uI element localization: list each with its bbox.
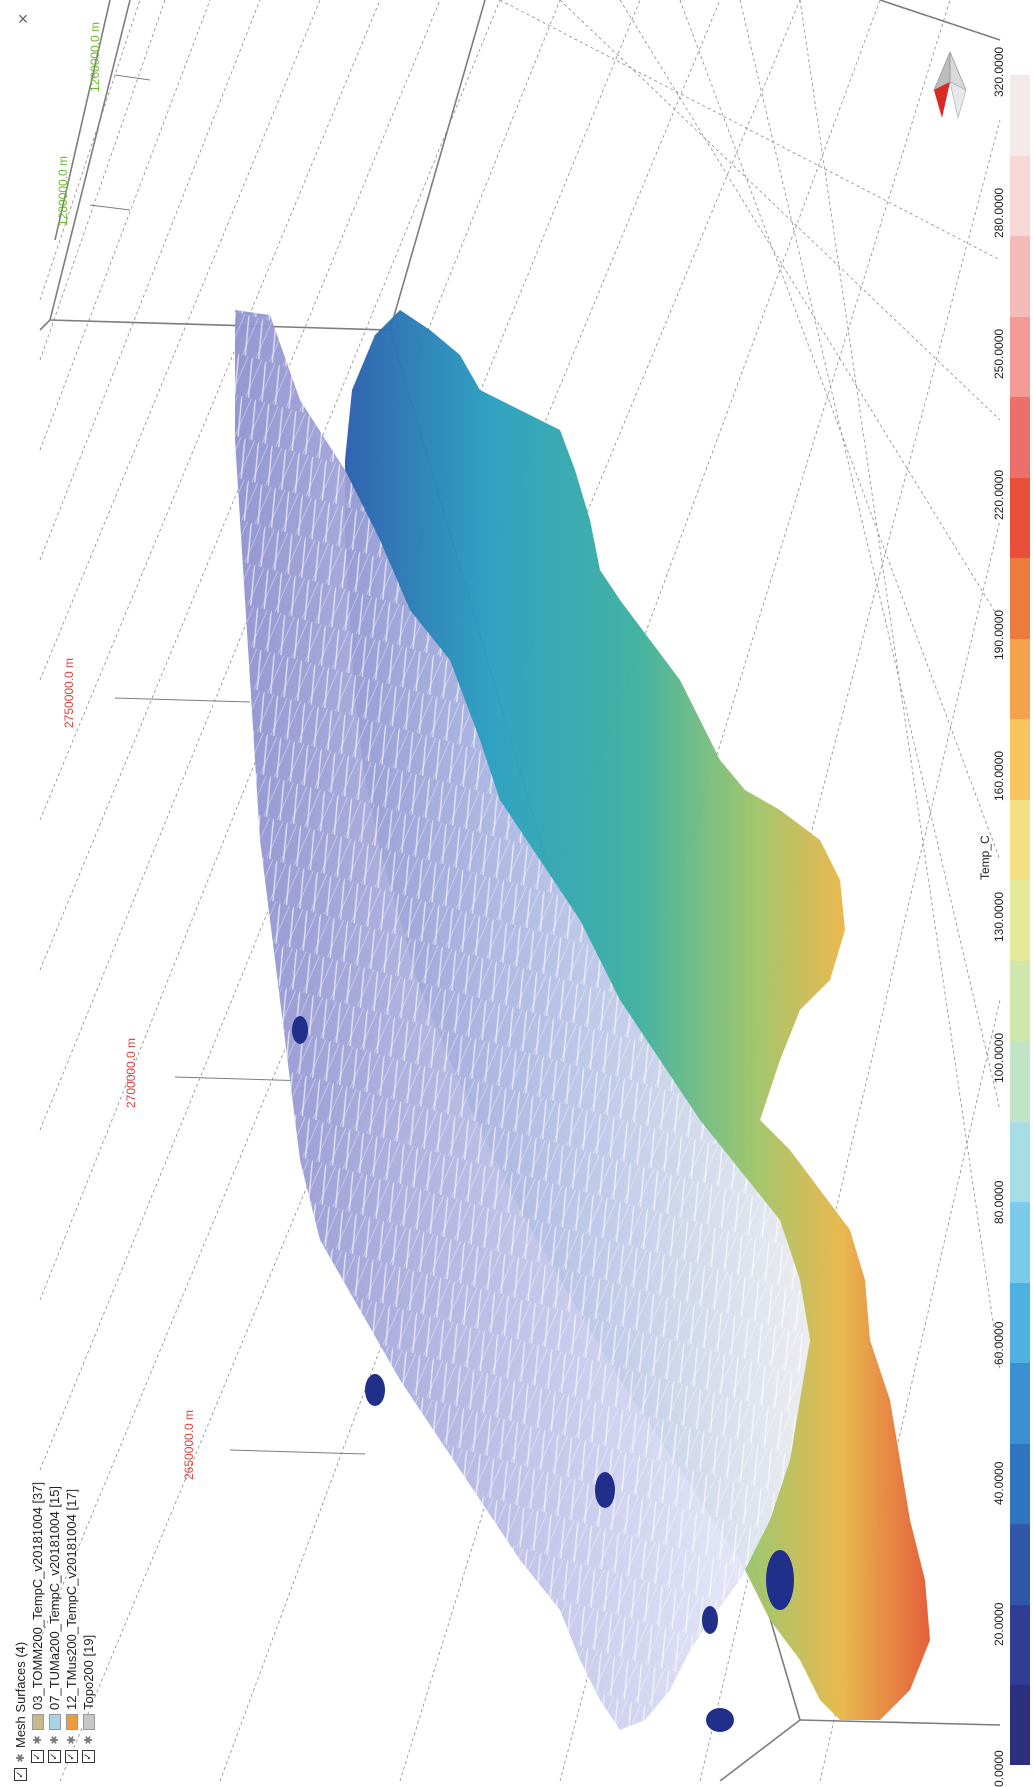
close-icon: × (17, 9, 29, 29)
visibility-icon[interactable]: ✱ (83, 1734, 95, 1746)
legend-item[interactable]: ✓ ✱ 07_TUMa200_TempC_v20181004 [15] (46, 1482, 63, 1763)
legend-item-label: 07_TUMa200_TempC_v20181004 [15] (47, 1485, 62, 1710)
legend-item[interactable]: ✓ ✱ 03_TOMM200_TempC_v20181004 [37] (29, 1482, 46, 1763)
colorbar-segment (1010, 316, 1030, 398)
colorbar-segment (1010, 1684, 1030, 1766)
colorbar-segment (1010, 1040, 1030, 1122)
legend-item-label: Topo200 [19] (81, 1634, 96, 1710)
colorbar-segment (1010, 557, 1030, 639)
3d-viewport[interactable]: 2650000.0 m 2700000.0 m 2750000.0 m 1280… (0, 0, 1033, 1782)
colorbar-segment (1010, 879, 1030, 961)
legend-panel: ✓ ✱ Mesh Surfaces (4) ✓ ✱ 03_TOMM200_Tem… (12, 1482, 97, 1781)
legend-swatch (48, 1714, 61, 1730)
legend-item-checkbox[interactable]: ✓ (48, 1750, 61, 1763)
colorbar-tick-label: 100.0000 (992, 1032, 1006, 1083)
axis-label-x2: 1260000.0 m (88, 21, 102, 92)
colorbar-segment (1010, 1443, 1030, 1525)
legend-item-label: 12_TMus200_TempC_v20181004 [17] (64, 1488, 79, 1710)
colorbar-segment (1010, 960, 1030, 1042)
legend-item-checkbox[interactable]: ✓ (65, 1750, 78, 1763)
colorbar-segment (1010, 1121, 1030, 1203)
visibility-icon[interactable]: ✱ (49, 1734, 61, 1746)
colorbar-segment (1010, 235, 1030, 317)
legend-item[interactable]: ✓ ✱ 12_TMus200_TempC_v20181004 [17] (63, 1482, 80, 1763)
colorbar-segment (1010, 477, 1030, 559)
axis-label-y3: 2750000.0 m (62, 657, 76, 728)
colorbar-segment (1010, 1523, 1030, 1605)
legend-swatch (65, 1714, 78, 1730)
colorbar-segment (1010, 1362, 1030, 1444)
colorbar-tick-label: 160.0000 (992, 751, 1006, 802)
legend-swatch (31, 1714, 44, 1730)
colorbar-tick-label: 280.0000 (992, 187, 1006, 238)
legend-group[interactable]: ✓ ✱ Mesh Surfaces (4) (12, 1482, 29, 1781)
colorbar-segment (1010, 638, 1030, 720)
colorbar-tick-label: 20.0000 (992, 1602, 1006, 1647)
colorbar-segment (1010, 396, 1030, 478)
colorbar-tick-label: 190.0000 (992, 610, 1006, 661)
compass-icon[interactable] (920, 50, 980, 130)
colorbar-tick-label: 250.0000 (992, 328, 1006, 379)
close-button[interactable]: × (14, 10, 32, 28)
colorbar-segment (1010, 1604, 1030, 1686)
legend-group-checkbox[interactable]: ✓ (14, 1768, 27, 1781)
legend-item-checkbox[interactable]: ✓ (82, 1750, 95, 1763)
legend-swatch (82, 1714, 95, 1730)
legend-group-label: Mesh Surfaces (4) (13, 1641, 28, 1748)
colorbar-title: Temp_C (978, 835, 992, 880)
legend-item-label: 03_TOMM200_TempC_v20181004 [37] (30, 1481, 45, 1710)
visibility-icon[interactable]: ✱ (66, 1734, 78, 1746)
visibility-icon[interactable]: ✱ (15, 1752, 27, 1764)
colorbar-segment (1010, 1282, 1030, 1364)
axis-label-x1: 1280000.0 m (56, 155, 70, 226)
colorbar-tick-label: 0.0000 (992, 1750, 1006, 1787)
legend-item-checkbox[interactable]: ✓ (31, 1750, 44, 1763)
3d-scene[interactable] (0, 0, 1033, 1782)
colorbar-tick-label: 80.0000 (992, 1180, 1006, 1224)
colorbar-segment (1010, 718, 1030, 800)
legend-item[interactable]: ✓ ✱ Topo200 [19] (80, 1482, 97, 1763)
axis-label-y2: 2700000.0 m (124, 1037, 138, 1108)
colorbar-segment (1010, 75, 1030, 156)
visibility-icon[interactable]: ✱ (32, 1734, 44, 1746)
colorbar-tick-label: 60.0000 (992, 1321, 1006, 1365)
colorbar-segment (1010, 1201, 1030, 1283)
colorbar-tick-label: 40.0000 (992, 1461, 1006, 1506)
axis-label-y1: 2650000.0 m (182, 1409, 196, 1480)
colorbar-tick-label: 320.0000 (992, 46, 1006, 97)
colorbar-segment (1010, 155, 1030, 237)
colorbar-tick-label: 130.0000 (992, 891, 1006, 942)
colorbar-tick-label: 220.0000 (992, 469, 1006, 520)
colorbar (1010, 75, 1030, 1766)
colorbar-segment (1010, 799, 1030, 881)
